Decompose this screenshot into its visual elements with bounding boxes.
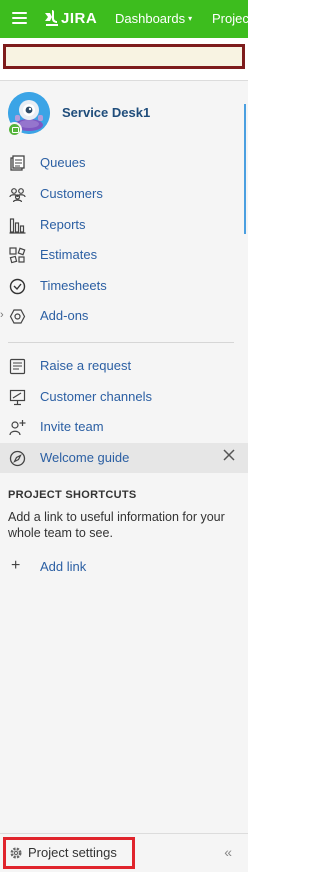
raise-request-icon [9,358,26,375]
customer-channels-icon [9,389,26,406]
project-header[interactable]: Service Desk1 [7,92,240,142]
sidebar-item-estimates[interactable]: Estimates [0,240,248,270]
projects-menu[interactable]: Projec [212,11,248,26]
sidebar-item-label: Add-ons [40,308,89,323]
sidebar-item-invite-team[interactable]: Invite team [0,412,248,442]
timesheets-icon [9,278,26,295]
sidebar-item-customer-channels[interactable]: Customer channels [0,382,248,412]
sidebar-item-customers[interactable]: Customers [0,179,248,209]
jira-logo[interactable]: JIRA [44,9,97,27]
estimates-icon [9,247,26,264]
sidebar-item-queues[interactable]: Queues [0,148,248,178]
sidebar-item-label: Customer channels [40,389,152,404]
projects-label: Projec [212,11,248,26]
sidebar-item-label: Reports [40,217,86,232]
sidebar-item-label: Raise a request [40,358,132,373]
project-settings-button[interactable]: Project settings [3,837,135,869]
addons-icon [9,308,26,325]
chevron-down-icon: ▾ [188,14,193,23]
menu-icon[interactable] [12,12,27,25]
gear-icon [9,846,23,860]
compass-icon [9,450,26,467]
customers-icon [9,186,26,203]
project-name[interactable]: Service Desk1 [62,105,150,120]
project-shortcuts-description: Add a link to useful information for you… [8,510,225,540]
sidebar-item-label: Invite team [40,419,104,434]
sidebar-divider [8,342,234,343]
jira-logo-icon [45,10,58,26]
logo-text: JIRA [61,9,98,27]
invite-team-icon [9,419,26,436]
add-link-button[interactable]: + Add link [0,556,200,580]
dashboards-label: Dashboards [115,11,186,26]
sidebar-item-welcome-guide[interactable]: Welcome guide [0,443,248,473]
close-icon[interactable] [222,448,236,462]
sidebar-item-label: Customers [40,186,103,201]
plus-icon: + [11,557,21,574]
reports-icon [9,217,26,234]
add-link-label: Add link [40,559,87,574]
sidebar-item-label: Estimates [40,247,98,262]
sidebar-footer: Project settings « [0,833,248,872]
sidebar-item-reports[interactable]: Reports [0,210,248,240]
dashboards-menu[interactable]: Dashboards ▾ [115,11,192,26]
project-shortcuts-heading: PROJECT SHORTCUTS [8,489,137,501]
chevron-right-icon[interactable]: › [0,309,4,321]
app-root: JIRA Dashboards ▾ Projec Service Desk1 Q… [0,0,248,872]
sidebar-item-label: Timesheets [40,278,107,293]
sidebar-item-label: Queues [40,155,86,170]
top-navigation-bar: JIRA Dashboards ▾ Projec [0,0,248,38]
collapse-sidebar-icon[interactable]: « [224,844,232,860]
notification-banner [3,44,245,69]
project-settings-label: Project settings [28,845,117,860]
sidebar-item-timesheets[interactable]: Timesheets [0,271,248,301]
service-desk-badge-icon [7,122,22,137]
sidebar-item-addons[interactable]: › Add-ons [0,301,248,331]
sidebar-item-raise-request[interactable]: Raise a request [0,351,248,381]
queues-icon [9,155,26,172]
sidebar-item-label: Welcome guide [40,450,130,465]
